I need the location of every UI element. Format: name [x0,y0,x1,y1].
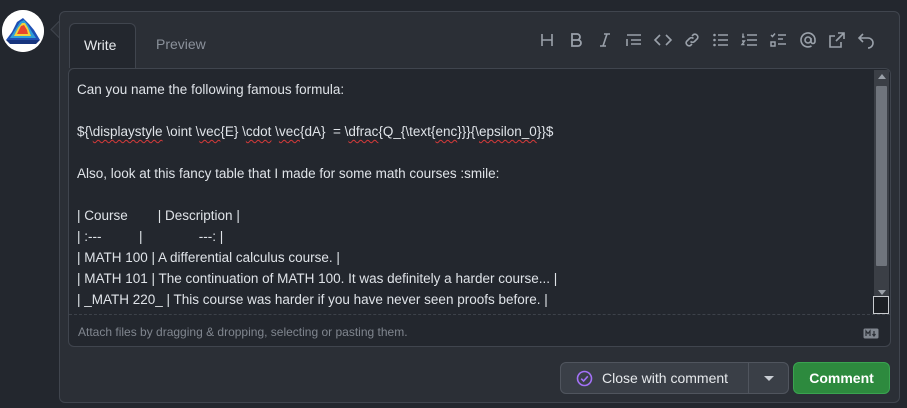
italic-icon[interactable] [595,30,615,50]
numbered-list-icon[interactable] [740,30,760,50]
tab-write[interactable]: Write [69,23,136,68]
tab-write-label: Write [84,37,117,53]
tab-preview-label: Preview [156,36,206,52]
editor-line: ${\displaystyle \oint \vec{E} \cdot \vec… [77,124,554,139]
reference-icon[interactable] [827,30,847,50]
editor-line: Also, look at this fancy table that I ma… [77,166,500,181]
editor-scrollbar[interactable] [874,70,889,299]
attach-hint: Attach files by dragging & dropping, sel… [78,325,408,339]
comment-button[interactable]: Comment [793,362,890,394]
scroll-up-arrow-icon[interactable] [874,70,889,84]
link-icon[interactable] [682,30,702,50]
heading-icon[interactable] [537,30,557,50]
close-with-comment-label: Close with comment [602,370,729,386]
comment-button-label: Comment [809,370,874,386]
resize-handle[interactable] [873,296,889,314]
scrollbar-thumb[interactable] [876,86,887,266]
avatar[interactable] [2,10,44,52]
bulleted-list-icon[interactable] [711,30,731,50]
close-with-comment-button[interactable]: Close with comment [560,362,749,394]
file-attachment-area[interactable]: Attach files by dragging & dropping, sel… [69,314,890,346]
bold-icon[interactable] [566,30,586,50]
editor-text[interactable]: Can you name the following famous formul… [77,79,867,310]
quote-icon[interactable] [624,30,644,50]
editor-line: | MATH 101 | The continuation of MATH 10… [77,271,558,286]
close-options-dropdown[interactable] [748,362,789,394]
comment-form: Write Preview Can you name the following… [59,11,900,403]
markdown-icon[interactable] [863,326,879,339]
issue-closed-icon [576,370,593,387]
undo-icon[interactable] [856,30,876,50]
tab-preview[interactable]: Preview [142,23,220,68]
editor-line: | Course | Description | [77,208,240,223]
comment-textarea[interactable]: Can you name the following famous formul… [68,68,891,347]
task-list-icon[interactable] [769,30,789,50]
chevron-down-icon [764,376,774,381]
mention-icon[interactable] [798,30,818,50]
editor-line: | :--- | ---: | [77,229,224,244]
editor-line: Can you name the following famous formul… [77,82,345,97]
editor-line: | MATH 100 | A differential calculus cou… [77,250,340,265]
code-icon[interactable] [653,30,673,50]
editor-line: | _MATH 220_ | This course was harder if… [77,292,548,307]
